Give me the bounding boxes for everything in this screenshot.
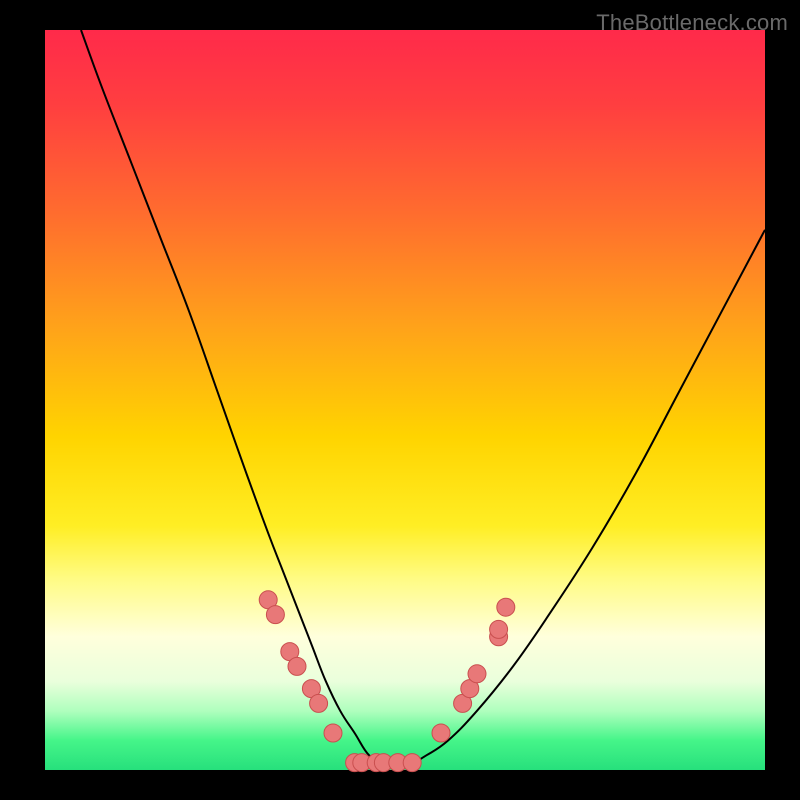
bottleneck-curve	[81, 30, 765, 763]
curve-marker	[490, 620, 508, 638]
watermark-label: TheBottleneck.com	[596, 10, 788, 36]
curve-marker	[310, 694, 328, 712]
curve-marker	[266, 606, 284, 624]
curve-marker	[403, 754, 421, 772]
curve-marker	[497, 598, 515, 616]
curve-marker	[288, 657, 306, 675]
curve-markers	[259, 591, 515, 772]
chart-overlay-svg	[0, 0, 800, 800]
curve-marker	[324, 724, 342, 742]
chart-stage: TheBottleneck.com	[0, 0, 800, 800]
curve-marker	[468, 665, 486, 683]
curve-marker	[432, 724, 450, 742]
